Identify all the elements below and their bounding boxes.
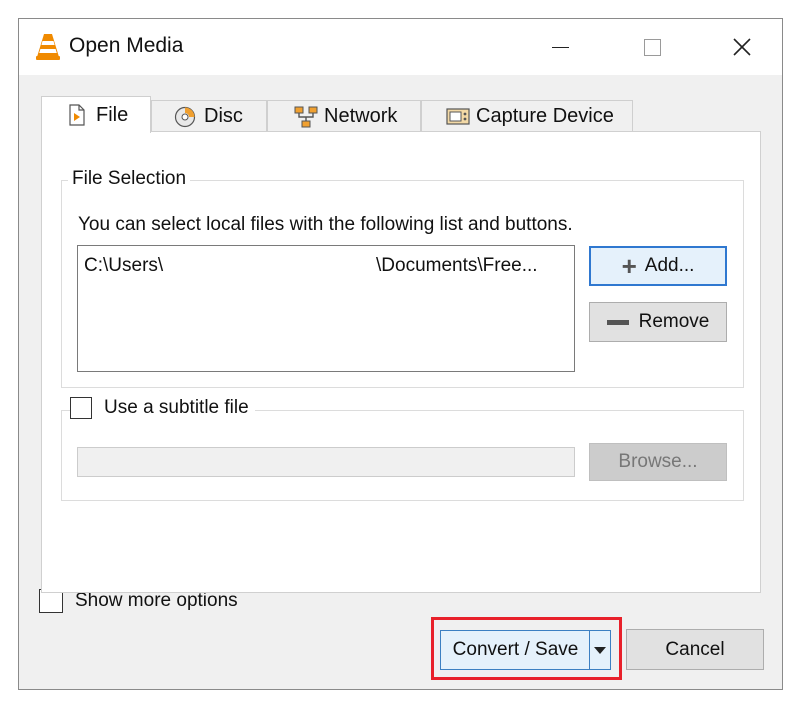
file-path-start[interactable]: C:\Users\ bbox=[84, 255, 163, 277]
browse-button: Browse... bbox=[589, 443, 727, 481]
chevron-down-icon bbox=[594, 646, 606, 654]
disc-icon bbox=[174, 106, 196, 128]
cancel-button-label: Cancel bbox=[665, 638, 725, 660]
convert-save-button[interactable]: Convert / Save bbox=[440, 630, 590, 670]
convert-save-label: Convert / Save bbox=[452, 639, 579, 660]
close-button[interactable] bbox=[713, 19, 771, 75]
file-instruction-text: You can select local files with the foll… bbox=[78, 214, 573, 235]
close-icon bbox=[733, 38, 751, 56]
show-more-options-label[interactable]: Show more options bbox=[75, 590, 238, 612]
tab-capture-device-label: Capture Device bbox=[476, 105, 614, 127]
minimize-icon bbox=[551, 46, 569, 48]
capture-device-icon bbox=[446, 106, 470, 128]
plus-icon: + bbox=[621, 251, 637, 281]
tab-capture-device[interactable]: Capture Device bbox=[421, 100, 633, 132]
tab-file[interactable]: File bbox=[41, 96, 151, 133]
remove-file-button[interactable]: Remove bbox=[589, 302, 727, 342]
tab-file-label: File bbox=[96, 103, 129, 126]
vlc-cone-icon bbox=[35, 31, 61, 61]
tab-network[interactable]: Network bbox=[267, 100, 421, 132]
subtitle-checkbox-label[interactable]: Use a subtitle file bbox=[104, 397, 249, 419]
browse-button-label: Browse... bbox=[618, 451, 698, 472]
add-file-button[interactable]: + Add... bbox=[589, 246, 727, 286]
tab-network-label: Network bbox=[324, 105, 398, 127]
file-play-icon bbox=[66, 104, 88, 126]
cancel-button[interactable]: Cancel bbox=[626, 629, 764, 670]
subtitle-checkbox[interactable] bbox=[70, 397, 92, 419]
file-selection-group: File Selection You can select local file… bbox=[61, 168, 744, 388]
remove-button-label: Remove bbox=[638, 311, 710, 332]
convert-save-dropdown[interactable] bbox=[589, 630, 611, 670]
subtitle-group: Use a subtitle file Browse... bbox=[61, 397, 744, 501]
subtitle-checkbox-row[interactable]: Use a subtitle file bbox=[70, 397, 255, 419]
file-path-end[interactable]: \Documents\Free... bbox=[376, 255, 538, 277]
minus-icon bbox=[606, 319, 629, 325]
title-bar: Open Media bbox=[19, 19, 782, 75]
maximize-button[interactable] bbox=[623, 19, 681, 75]
tab-disc[interactable]: Disc bbox=[151, 100, 267, 132]
file-selection-legend: File Selection bbox=[68, 168, 191, 190]
add-button-label: Add... bbox=[644, 255, 695, 276]
window-title: Open Media bbox=[69, 34, 184, 57]
network-icon bbox=[294, 106, 318, 128]
tab-disc-label: Disc bbox=[204, 105, 243, 127]
minimize-button[interactable] bbox=[531, 19, 589, 75]
file-list[interactable]: C:\Users\ \Documents\Free... bbox=[77, 245, 575, 372]
maximize-icon bbox=[643, 38, 661, 56]
subtitle-path-field bbox=[77, 447, 575, 477]
file-tab-panel: File Selection You can select local file… bbox=[41, 131, 761, 593]
open-media-dialog: Open Media File Disc Network Capture Dev… bbox=[18, 18, 783, 690]
